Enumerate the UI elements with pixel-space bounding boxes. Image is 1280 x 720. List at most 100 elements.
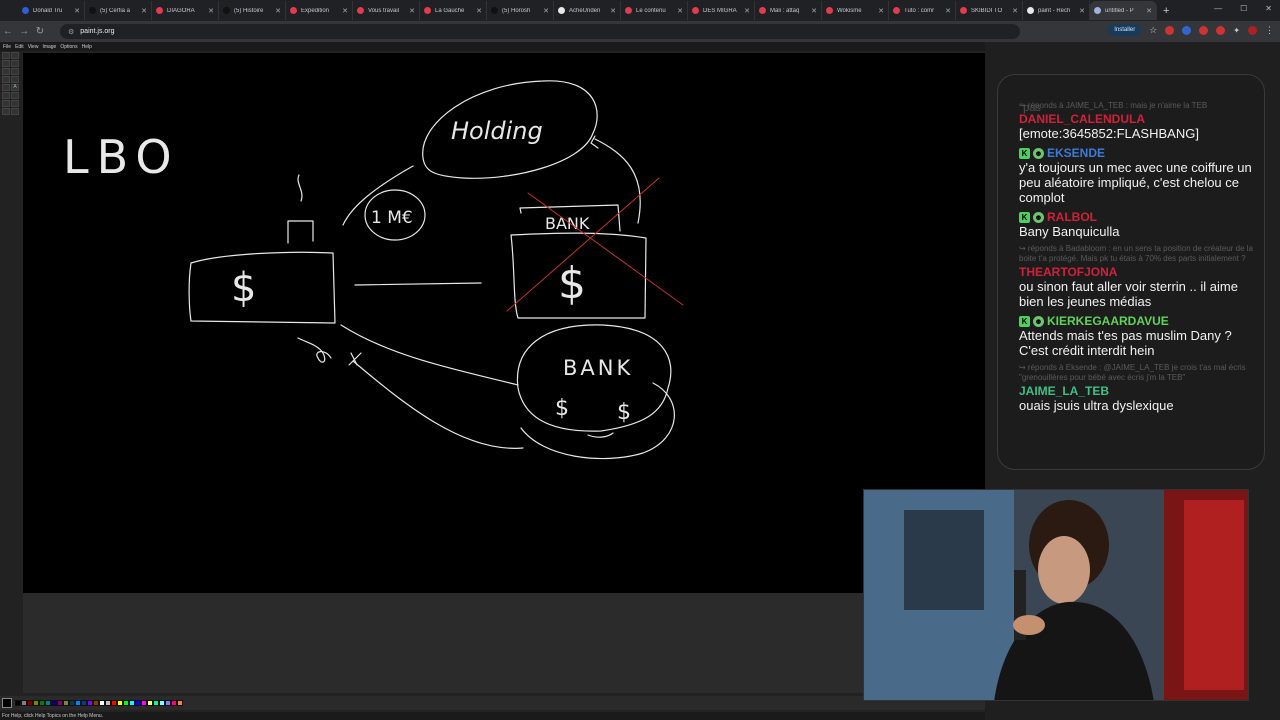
chat-username[interactable]: RALBOL	[1047, 210, 1097, 224]
browser-tab[interactable]: (5) Histoire ✕	[219, 1, 286, 20]
status-bar: For Help, click Help Topics on the Help …	[0, 712, 985, 720]
browser-tab[interactable]: (5) Horosh ✕	[487, 1, 554, 20]
tab-close-icon[interactable]: ✕	[342, 7, 348, 15]
browser-tab[interactable]: paint - Rech ✕	[1023, 1, 1090, 20]
pencil-tool[interactable]	[2, 76, 10, 83]
profile-avatar[interactable]	[1248, 25, 1257, 35]
browser-tab[interactable]: DIAGORA ✕	[152, 1, 219, 20]
new-tab-icon[interactable]: +	[1163, 5, 1169, 17]
tab-favicon-icon	[424, 7, 431, 14]
chat-username[interactable]: THEARTOFJONA	[1019, 265, 1117, 279]
install-app-button[interactable]: Installer	[1108, 24, 1142, 36]
tab-close-icon[interactable]: ✕	[208, 7, 214, 15]
browser-tab[interactable]: DES MIGRA ✕	[688, 1, 755, 20]
tab-title: Tuto : comr	[904, 7, 935, 14]
ellipse-tool[interactable]	[2, 108, 10, 115]
extension-icon[interactable]	[1182, 25, 1192, 35]
menu-item[interactable]: View	[28, 44, 39, 50]
color-picker-tool[interactable]	[2, 68, 10, 75]
bank-top-dollar: $	[558, 258, 586, 309]
site-info-icon[interactable]: ⚙	[68, 28, 74, 36]
browser-tab[interactable]: Le contenu ✕	[621, 1, 688, 20]
tab-close-icon[interactable]: ✕	[74, 7, 80, 15]
tab-close-icon[interactable]: ✕	[811, 7, 817, 15]
address-bar[interactable]: ⚙ paint.js.org	[60, 24, 1020, 39]
browser-tab[interactable]: Donald Tru ✕	[18, 1, 85, 20]
chat-message: ↪ réponds à JAIME_LA_TEB : mais je n'aim…	[1019, 101, 1255, 141]
window-controls[interactable]: — ☐ ✕	[1214, 4, 1272, 13]
airbrush-tool[interactable]	[2, 84, 10, 91]
text-tool[interactable]: A	[11, 84, 19, 91]
fill-tool[interactable]	[11, 60, 19, 67]
tab-close-icon[interactable]: ✕	[1079, 7, 1085, 15]
lbo-label: LBO	[63, 130, 180, 184]
palette-swatch[interactable]	[177, 700, 183, 706]
tab-close-icon[interactable]: ✕	[1012, 7, 1018, 15]
browser-tab[interactable]: (5) Cerfia a ✕	[85, 1, 152, 20]
browser-tab[interactable]: SKIBIDI TO ✕	[956, 1, 1023, 20]
menu-item[interactable]: Help	[82, 44, 92, 50]
extensions-puzzle-icon[interactable]: ✦	[1233, 26, 1240, 35]
tab-close-icon[interactable]: ✕	[945, 7, 951, 15]
tab-close-icon[interactable]: ✕	[1146, 7, 1152, 15]
bank-bottom-dollar: $	[555, 396, 569, 421]
drawing-canvas[interactable]: Holding LBO 1 M€ $ BANK $ BANK $ $	[23, 53, 985, 593]
cross-out-line	[527, 192, 684, 306]
rectangle-tool[interactable]	[2, 100, 10, 107]
tab-close-icon[interactable]: ✕	[744, 7, 750, 15]
browser-menu-icon[interactable]: ⋮	[1265, 25, 1274, 36]
browser-tab[interactable]: Vous travail ✕	[353, 1, 420, 20]
chat-username[interactable]: JAIME_LA_TEB	[1019, 384, 1109, 398]
tab-close-icon[interactable]: ✕	[677, 7, 683, 15]
reload-icon[interactable]: ↻	[32, 26, 48, 37]
brush-tool[interactable]	[11, 76, 19, 83]
tab-title: untitled - P	[1105, 7, 1134, 14]
select-tool[interactable]	[11, 52, 19, 59]
maximize-icon[interactable]: ☐	[1240, 4, 1247, 13]
tab-close-icon[interactable]: ✕	[476, 7, 482, 15]
extension-icon[interactable]	[1199, 25, 1209, 35]
browser-tab[interactable]: AcheUnden ✕	[554, 1, 621, 20]
chat-username[interactable]: DANIEL_CALENDULA	[1019, 112, 1145, 126]
tab-close-icon[interactable]: ✕	[141, 7, 147, 15]
back-icon[interactable]: ←	[0, 26, 16, 37]
curve-tool[interactable]	[11, 92, 19, 99]
eraser-tool[interactable]	[2, 60, 10, 67]
menu-item[interactable]: Options	[60, 44, 77, 50]
free-select-tool[interactable]	[2, 52, 10, 59]
tab-close-icon[interactable]: ✕	[878, 7, 884, 15]
close-icon[interactable]: ✕	[1265, 4, 1272, 13]
browser-tab[interactable]: La Gauche ✕	[420, 1, 487, 20]
extension-icon[interactable]	[1165, 25, 1175, 35]
browser-tab[interactable]: Expedition ✕	[286, 1, 353, 20]
menu-item[interactable]: File	[3, 44, 11, 50]
current-color-swatch[interactable]	[2, 698, 12, 708]
chat-message: K ☻ EKSENDE y'a toujours un mec avec une co…	[1019, 146, 1255, 205]
color-palette	[0, 696, 985, 710]
tab-close-icon[interactable]: ✕	[409, 7, 415, 15]
reply-context: ↪ réponds à JAIME_LA_TEB : mais je n'aim…	[1019, 101, 1208, 110]
subscriber-badge-icon: ☻	[1033, 147, 1044, 159]
magnifier-tool[interactable]	[11, 68, 19, 75]
rounded-rect-tool[interactable]	[11, 108, 19, 115]
bookmark-star-icon[interactable]: ☆	[1149, 25, 1157, 36]
chat-username[interactable]: EKSENDE	[1047, 146, 1105, 160]
menu-item[interactable]: Image	[42, 44, 56, 50]
browser-tab[interactable]: Wokisme ✕	[822, 1, 889, 20]
minimize-icon[interactable]: —	[1214, 4, 1222, 13]
browser-tab[interactable]: untitled - P ✕	[1090, 1, 1157, 20]
tab-close-icon[interactable]: ✕	[543, 7, 549, 15]
extension-icon[interactable]	[1216, 25, 1226, 35]
browser-tab[interactable]: Mali : attaq ✕	[755, 1, 822, 20]
browser-tab[interactable]: Tuto : comr ✕	[889, 1, 956, 20]
chat-username-row: DANIEL_CALENDULA	[1019, 112, 1255, 126]
line-tool[interactable]	[2, 92, 10, 99]
tab-close-icon[interactable]: ✕	[275, 7, 281, 15]
chat-username[interactable]: KIERKEGAARDAVUE	[1047, 314, 1169, 328]
chat-username-row: K ☻ KIERKEGAARDAVUE	[1019, 314, 1255, 328]
forward-icon[interactable]: →	[16, 26, 32, 37]
tab-title: AcheUnden	[569, 7, 601, 14]
menu-item[interactable]: Edit	[15, 44, 24, 50]
polygon-tool[interactable]	[11, 100, 19, 107]
tab-close-icon[interactable]: ✕	[610, 7, 616, 15]
